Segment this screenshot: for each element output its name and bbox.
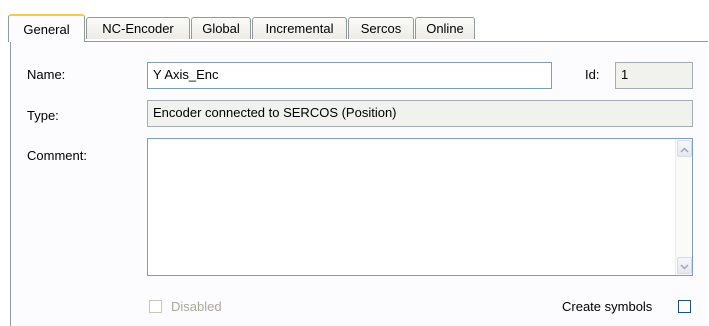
scroll-up-button[interactable] [677,140,692,157]
disabled-label: Disabled [171,299,222,314]
comment-textarea[interactable] [147,138,693,276]
id-label: Id: [585,67,600,82]
id-value: 1 [621,67,629,82]
name-field[interactable]: Y Axis_Enc [147,62,552,89]
scroll-down-button[interactable] [677,257,692,274]
tab-label: Global [202,21,240,36]
tab-label: NC-Encoder [102,21,174,36]
tab-label: Incremental [265,21,334,36]
tab-label: Online [426,21,464,36]
disabled-checkbox[interactable] [149,300,162,313]
tab-incremental[interactable]: Incremental [252,17,347,39]
type-value: Encoder connected to SERCOS (Position) [153,105,397,120]
name-label: Name: [27,67,66,82]
type-label: Type: [27,108,59,123]
tab-strip: General NC-Encoder Global Incremental Se… [8,14,708,42]
chevron-up-icon [680,141,689,156]
chevron-down-icon [680,258,689,273]
tab-global[interactable]: Global [191,17,251,39]
comment-scrollbar[interactable] [675,139,692,275]
general-tab-panel: Name: Y Axis_Enc Id: 1 Type: Encoder con… [10,41,708,326]
tab-online[interactable]: Online [415,17,475,39]
tab-label: Sercos [360,21,402,36]
tab-label: General [23,21,70,37]
comment-label: Comment: [27,148,87,163]
create-symbols-label: Create symbols [562,299,653,314]
tab-nc-encoder[interactable]: NC-Encoder [86,17,190,39]
type-field: Encoder connected to SERCOS (Position) [147,100,693,127]
tab-general[interactable]: General [8,14,85,42]
id-field: 1 [615,62,693,89]
name-value: Y Axis_Enc [153,67,219,82]
create-symbols-checkbox[interactable] [678,300,691,313]
tab-sercos[interactable]: Sercos [348,17,414,39]
encoder-properties-dialog: General NC-Encoder Global Incremental Se… [0,0,709,326]
